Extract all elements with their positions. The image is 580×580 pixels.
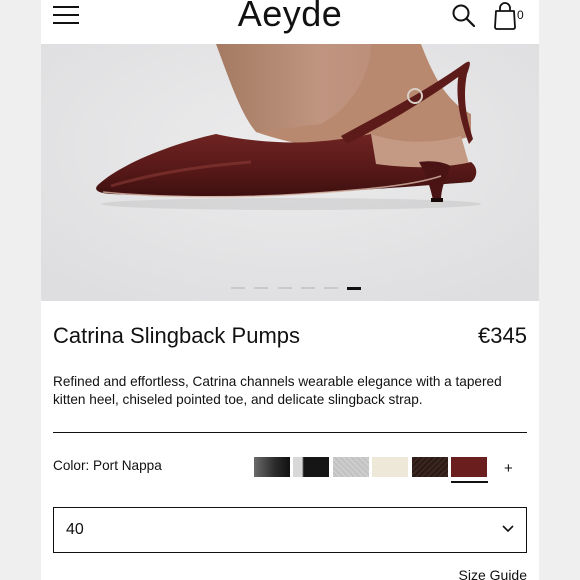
carousel-dot[interactable] <box>231 287 245 289</box>
carousel-dot[interactable] <box>301 287 315 289</box>
product-price: €345 <box>478 323 527 348</box>
divider <box>53 432 527 433</box>
color-swatch-grey-black[interactable] <box>254 457 290 477</box>
product-page: Aeyde 0 Catrina Slingback Pumps €345 Ref… <box>41 0 539 580</box>
product-image-carousel[interactable] <box>41 44 539 301</box>
color-swatch-cream[interactable] <box>372 457 408 477</box>
size-selected-value: 40 <box>66 521 84 538</box>
search-icon[interactable] <box>451 3 477 29</box>
carousel-dot[interactable] <box>324 287 338 289</box>
product-title: Catrina Slingback Pumps <box>53 323 301 348</box>
bag-count-badge: 0 <box>517 8 524 22</box>
product-photo <box>41 44 539 301</box>
size-guide-link[interactable]: Size Guide <box>459 567 527 580</box>
shopping-bag-icon[interactable] <box>492 2 518 30</box>
size-select[interactable]: 40 <box>53 507 527 553</box>
color-label: Color: Port Nappa <box>53 458 162 473</box>
more-colors-button[interactable]: + <box>504 460 513 477</box>
color-swatch-light-grey[interactable] <box>333 457 369 477</box>
color-swatch-dark-brown[interactable] <box>412 457 448 477</box>
color-swatch-port[interactable] <box>451 457 487 477</box>
selected-swatch-indicator <box>451 481 488 483</box>
carousel-dot-active[interactable] <box>347 286 361 290</box>
site-header: Aeyde 0 <box>41 0 539 44</box>
carousel-dot[interactable] <box>278 287 292 289</box>
chevron-down-icon <box>502 525 514 533</box>
carousel-dot[interactable] <box>254 287 268 289</box>
color-swatch-black[interactable] <box>293 457 329 477</box>
product-description: Refined and effortless, Catrina channels… <box>53 374 502 407</box>
